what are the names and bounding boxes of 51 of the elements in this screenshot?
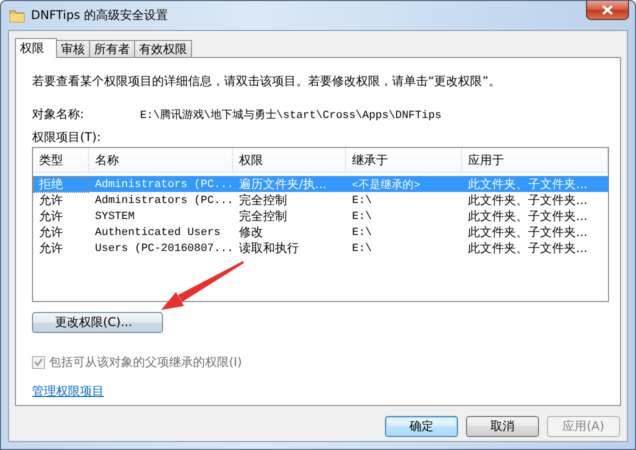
column-header[interactable]: 名称 [89,148,233,172]
column-header[interactable]: 类型 [33,148,89,172]
close-button[interactable] [586,1,629,20]
applies-to-cell-text: 此文件夹、子文件夹... [467,240,588,257]
permission-cell-text: 完全控制 [238,192,288,209]
inherited-from-cell-text: E:\ [351,194,373,206]
applies-to-cell-text: 此文件夹、子文件夹... [467,176,588,193]
inherited-from-cell-text: <不是继承的> [351,178,422,192]
change-permissions-button[interactable]: 更改权限(C)... [32,312,163,333]
type-cell-text: 允许 [38,208,64,225]
name-cell-text: SYSTEM [94,210,136,222]
inherited-from-cell-text: E:\ [351,210,373,222]
cancel-button[interactable]: 取消 [466,416,539,437]
close-icon [602,5,613,15]
folder-icon [9,8,25,24]
permission-row[interactable]: 允许 Users (PC-20160807... 读取和执行 E:\ 此文件夹、子文件夹... [33,240,608,256]
permission-cell-text: 遍历文件夹/执... [238,176,328,193]
type-cell-text: 允许 [38,224,64,241]
name-cell-text: Authenticated Users [94,226,222,238]
permission-cell-text: 读取和执行 [238,240,300,257]
applies-to-cell-text: 此文件夹、子文件夹... [467,192,588,209]
inherited-from-cell-text: E:\ [351,242,373,254]
permission-row[interactable]: 允许 Administrators (PC... 完全控制 E:\ 此文件夹、子文件夹... [33,192,608,208]
ok-button[interactable]: 确定 [385,416,458,437]
entries-label: 权限项目(T): [32,129,102,145]
object-path: E:\腾讯游戏\地下城与勇士\start\Cross\Apps\DNFTips [140,108,442,122]
tab[interactable]: 权限 [15,38,57,58]
name-cell-text: Administrators (PC... [94,178,233,190]
window-title: DNFTips 的高级安全设置 [31,7,168,24]
type-cell-text: 允许 [38,240,64,257]
applies-to-cell-text: 此文件夹、子文件夹... [467,224,588,241]
checkbox-label: 包括可从该对象的父项继承的权限(I) [49,354,242,370]
column-header[interactable]: 应用于 [462,148,608,172]
column-header[interactable]: 权限 [233,148,346,172]
name-cell-text: Administrators (PC... [94,194,233,206]
tab[interactable]: 有效权限 [134,40,192,57]
applies-to-cell-text: 此文件夹、子文件夹... [467,208,588,225]
object-name-label: 对象名称: [32,106,86,122]
type-cell: 拒绝 [33,176,89,193]
name-cell-text: Users (PC-20160807... [94,242,233,254]
permission-row[interactable]: 允许 SYSTEM 完全控制 E:\ 此文件夹、子文件夹... [33,208,608,224]
type-cell-text: 允许 [38,192,64,209]
inherited-from-cell-text: E:\ [351,226,373,238]
permission-cell-text: 完全控制 [238,208,288,225]
permission-row[interactable]: 允许 Authenticated Users 修改 E:\ 此文件夹、子文件夹... [33,224,608,240]
tab[interactable]: 所有者 [89,40,135,57]
manage-entries-link[interactable]: 管理权限项目 [32,383,104,400]
permission-cell-text: 修改 [238,224,264,241]
instruction-text: 若要查看某个权限项目的详细信息，请双击该项目。若要修改权限，请单击“更改权限”。 [32,73,502,89]
tab[interactable]: 审核 [56,40,90,57]
column-header[interactable]: 继承于 [346,148,462,172]
